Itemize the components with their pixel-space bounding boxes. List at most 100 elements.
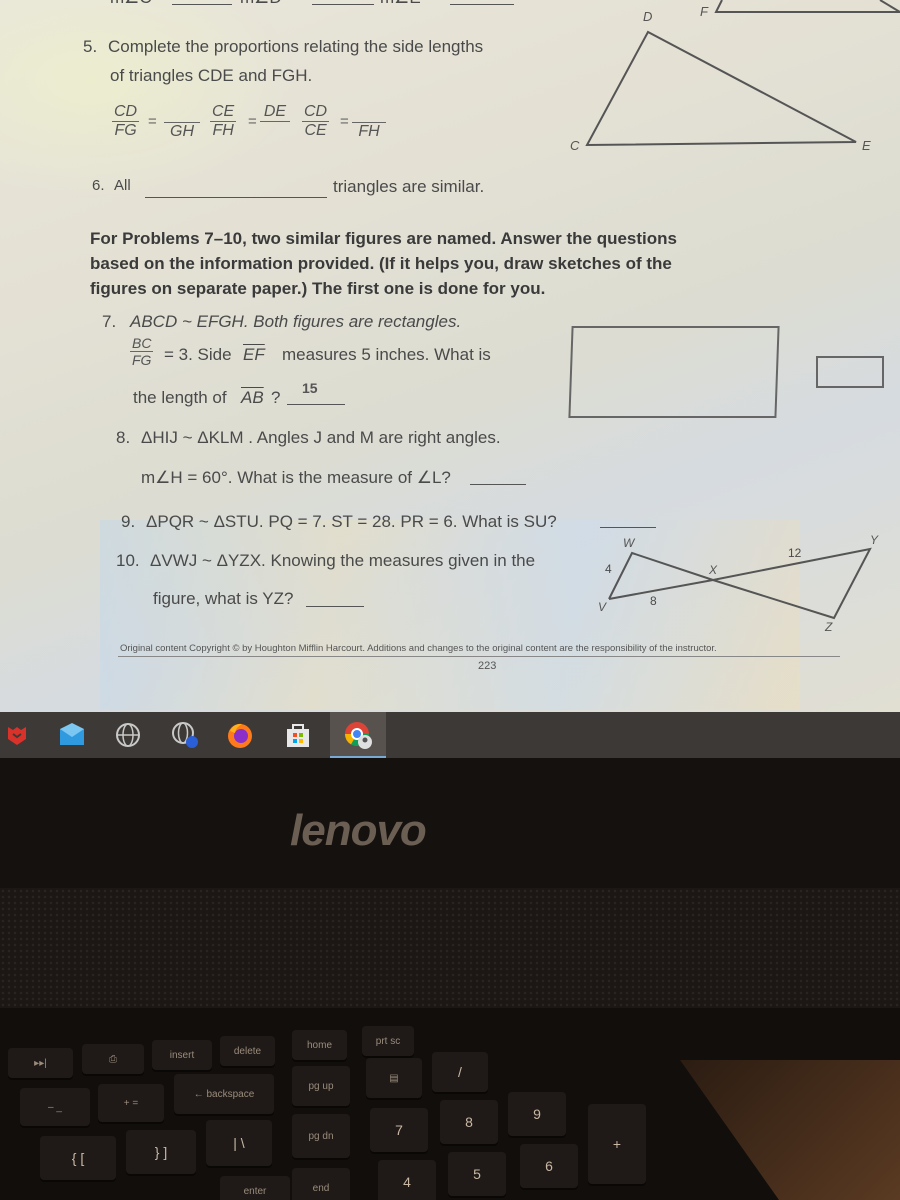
problem-8-answer-blank[interactable] xyxy=(470,484,526,485)
measure-vx: 8 xyxy=(650,594,657,608)
globe-network-icon[interactable] xyxy=(170,720,200,750)
copyright-text: Original content Copyright © by Houghton… xyxy=(120,643,717,654)
key-end[interactable]: end xyxy=(292,1168,350,1200)
key-pgdn[interactable]: pg dn xyxy=(292,1114,350,1158)
triangle-cde xyxy=(585,30,857,147)
instructions-line2: based on the information provided. (If i… xyxy=(90,254,672,273)
problem-10-answer-blank[interactable] xyxy=(306,606,364,607)
vertex-c-label: C xyxy=(570,138,580,153)
vertex-v-label: V xyxy=(598,600,607,614)
problem-8-line1: ΔHIJ ~ ΔKLM . Angles J and M are right a… xyxy=(141,428,501,447)
problem-7-line3b: ? xyxy=(271,388,281,407)
measure-xy: 12 xyxy=(788,546,802,560)
equals-sign: = xyxy=(248,113,257,130)
key-numpad-7[interactable]: 7 xyxy=(370,1108,428,1152)
page-number: 223 xyxy=(478,660,497,672)
problem-8-number: 8. xyxy=(116,428,131,447)
key-numpad-4[interactable]: 4 xyxy=(378,1160,436,1200)
rectangle-abcd xyxy=(568,326,780,418)
problem-7-answer: 15 xyxy=(302,380,318,396)
problem-10-number: 10. xyxy=(116,551,140,570)
key-insert[interactable]: insert xyxy=(152,1040,212,1070)
problem-6-answer-blank[interactable] xyxy=(145,197,327,198)
key-pipe[interactable]: | \ xyxy=(206,1120,272,1166)
key-numpad-6[interactable]: 6 xyxy=(520,1144,578,1188)
angle-c-label: m∠C = xyxy=(110,0,166,8)
key-numpad-slash[interactable]: / xyxy=(432,1052,488,1092)
instructions-line1: For Problems 7–10, two similar figures a… xyxy=(90,229,677,248)
key-numpad-plus[interactable]: + xyxy=(588,1104,646,1184)
problem-6-suffix: triangles are similar. xyxy=(333,177,485,196)
vertex-f-label: F xyxy=(700,4,708,19)
problem-7-line2b: measures 5 inches. What is xyxy=(282,345,491,364)
proportion-1-right[interactable]: GH xyxy=(164,103,200,141)
key-pgup[interactable]: pg up xyxy=(292,1066,350,1106)
vertex-e-label: E xyxy=(862,138,871,153)
store-icon[interactable] xyxy=(283,720,313,750)
vertex-w-label: W xyxy=(623,536,635,550)
key-delete[interactable]: delete xyxy=(220,1036,275,1066)
problem-7-fraction: BC FG xyxy=(130,335,154,368)
firefox-icon[interactable] xyxy=(225,720,255,750)
proportion-3-right[interactable]: FH xyxy=(352,103,386,141)
triangle-vwx xyxy=(608,551,714,600)
mail-icon[interactable] xyxy=(57,720,87,750)
screen: m∠C = m∠D = m∠E = 5. Complete the propor… xyxy=(0,0,900,712)
angle-e-label: m∠E = xyxy=(380,0,435,8)
segment-ef: EF xyxy=(243,345,265,364)
vertex-y-label: Y xyxy=(870,533,879,547)
problem-10-line2: figure, what is YZ? xyxy=(153,589,294,608)
key-media[interactable]: ▸▸| xyxy=(8,1048,73,1078)
problem-7-line3a: the length of xyxy=(133,388,227,407)
screen-glare xyxy=(0,0,300,200)
segment-ab: AB xyxy=(241,388,264,407)
instructions-line3: figures on separate paper.) The first on… xyxy=(90,279,546,298)
key-numpad-5[interactable]: 5 xyxy=(448,1152,506,1196)
problem-5-text-line2: of triangles CDE and FGH. xyxy=(110,66,313,85)
laptop-bezel xyxy=(0,758,900,888)
taskbar xyxy=(0,712,900,758)
proportion-2-right[interactable]: DE xyxy=(260,103,290,140)
problem-8-line2: m∠H = 60°. What is the measure of ∠L? xyxy=(141,468,451,487)
key-equals[interactable]: + = xyxy=(98,1084,164,1122)
problem-5-text-line1: Complete the proportions relating the si… xyxy=(108,37,484,56)
angle-c-blank[interactable] xyxy=(172,4,232,5)
key-brace-open[interactable]: { [ xyxy=(40,1136,116,1180)
key-enter[interactable]: enter xyxy=(220,1176,290,1200)
problem-7-line2a: = 3. Side xyxy=(164,345,232,364)
key-calculator[interactable]: ▤ xyxy=(366,1058,422,1098)
problem-6-prefix: All xyxy=(114,177,131,194)
triangle-fgh-partial xyxy=(714,0,900,13)
proportion-3-left: CD CE xyxy=(302,103,330,139)
key-backspace[interactable]: ← backspace xyxy=(174,1074,274,1114)
key-prtsc[interactable]: ⎙ xyxy=(82,1044,144,1074)
globe-icon[interactable] xyxy=(113,720,143,750)
problem-7-answer-blank[interactable] xyxy=(287,404,345,405)
key-home[interactable]: home xyxy=(292,1030,347,1060)
rectangle-efgh xyxy=(816,356,884,388)
proportion-2-left: CE FH xyxy=(210,103,237,139)
key-numpad-8[interactable]: 8 xyxy=(440,1100,498,1144)
angle-d-label: m∠D = xyxy=(240,0,296,8)
key-prtsc-top[interactable]: prt sc xyxy=(362,1026,414,1056)
triangle-figures xyxy=(585,0,900,147)
lenovo-logo: lenovo xyxy=(290,806,427,855)
vertex-x-label: X xyxy=(709,563,718,577)
vertex-d-label: D xyxy=(643,9,653,24)
mcafee-icon[interactable] xyxy=(2,720,32,750)
measure-vw: 4 xyxy=(605,562,612,576)
key-minus[interactable]: – _ xyxy=(20,1088,90,1126)
problem-9-text: ΔPQR ~ ΔSTU. PQ = 7. ST = 28. PR = 6. Wh… xyxy=(146,512,557,531)
chrome-icon[interactable] xyxy=(343,720,373,750)
equals-sign: = xyxy=(340,113,349,130)
vertex-z-label: Z xyxy=(825,620,833,634)
problem-7-number: 7. xyxy=(102,312,117,331)
key-numpad-9[interactable]: 9 xyxy=(508,1092,566,1136)
speaker-grille xyxy=(0,888,900,1008)
problem-5-number: 5. xyxy=(83,37,98,56)
problem-7-line1: ABCD ~ EFGH. Both figures are rectangles… xyxy=(130,312,462,331)
angle-e-blank[interactable] xyxy=(450,4,514,5)
equals-sign: = xyxy=(148,113,157,130)
angle-d-blank[interactable] xyxy=(312,4,374,5)
key-brace-close[interactable]: } ] xyxy=(126,1130,196,1174)
